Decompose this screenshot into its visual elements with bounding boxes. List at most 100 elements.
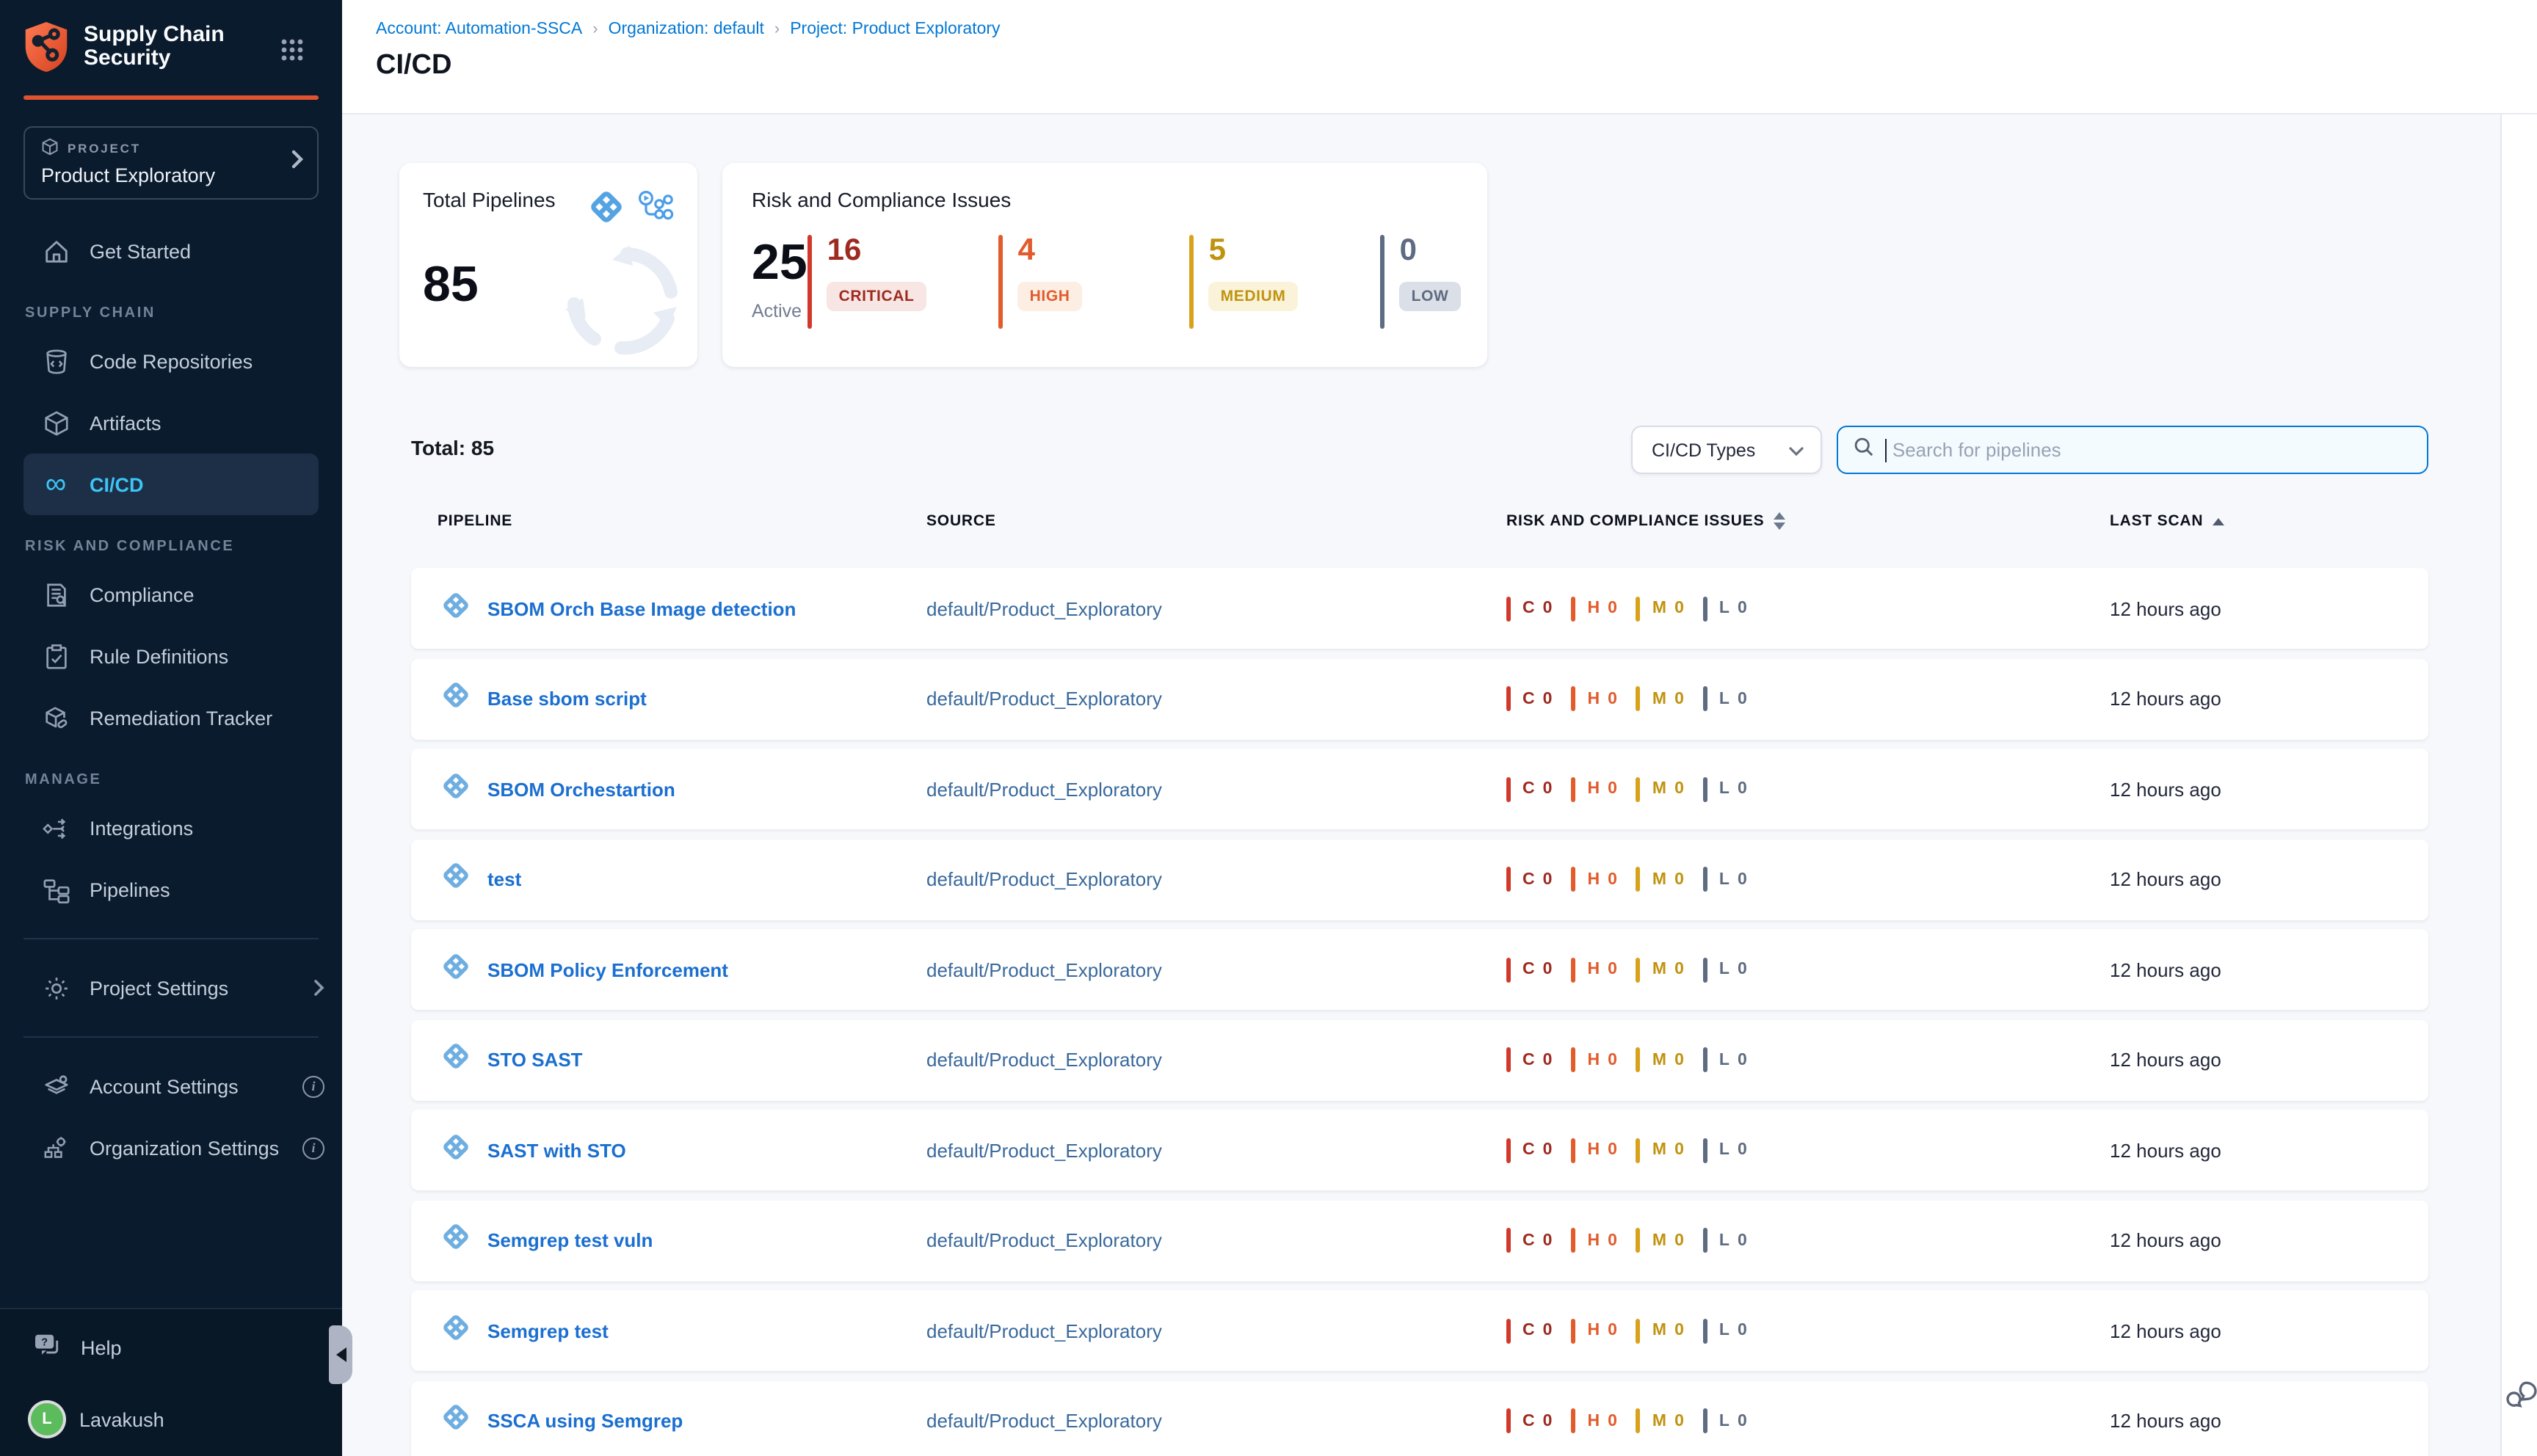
pipeline-source: default/Product_Exploratory xyxy=(926,1320,1162,1342)
severity-count-group: L0 xyxy=(1703,867,1747,892)
severity-badge: MEDIUM xyxy=(1209,282,1298,311)
pipeline-name-link[interactable]: SAST with STO xyxy=(487,1139,626,1161)
breadcrumb-account[interactable]: Account: Automation-SSCA xyxy=(376,21,582,38)
pipeline-source: default/Product_Exploratory xyxy=(926,1139,1162,1161)
pipeline-name-link[interactable]: SBOM Policy Enforcement xyxy=(487,958,728,980)
project-name: Product Exploratory xyxy=(41,164,279,186)
severity-count-group: M0 xyxy=(1636,596,1684,621)
severity-summary-group: 5 MEDIUM xyxy=(1189,235,1357,329)
sidebar-item-rule-definitions[interactable]: Rule Definitions xyxy=(0,625,342,687)
column-header-last-scan[interactable]: LAST SCAN xyxy=(2110,512,2224,530)
pipeline-diamond-icon xyxy=(440,680,471,718)
sidebar-collapse-handle[interactable] xyxy=(329,1325,352,1384)
pipeline-name-link[interactable]: SSCA using Semgrep xyxy=(487,1410,683,1432)
sidebar-item-label: Integrations xyxy=(90,817,193,839)
sidebar-item-compliance[interactable]: Compliance xyxy=(0,564,342,625)
pipeline-source: default/Product_Exploratory xyxy=(926,1049,1162,1071)
severity-count-group: C0 xyxy=(1506,1047,1552,1072)
org-gear-icon xyxy=(41,1133,70,1162)
user-menu[interactable]: L Lavakush xyxy=(23,1403,319,1435)
table-row[interactable]: STO SAST default/Product_Exploratory C0 H… xyxy=(411,1019,2428,1100)
chat-bubbles-icon[interactable] xyxy=(2506,1380,2537,1416)
section-label-supply-chain: SUPPLY CHAIN xyxy=(1,305,342,321)
severity-counts: C0H0M0L0 xyxy=(1506,1138,1766,1162)
pipeline-name-link[interactable]: SBOM Orchestartion xyxy=(487,778,675,800)
severity-count-group: H0 xyxy=(1571,776,1616,801)
help-label: Help xyxy=(81,1336,122,1358)
risk-card-title: Risk and Compliance Issues xyxy=(752,188,1458,211)
breadcrumb-project[interactable]: Project: Product Exploratory xyxy=(790,21,1000,38)
pipeline-diamond-icon xyxy=(440,1041,471,1079)
table-row[interactable]: Base sbom script default/Product_Explora… xyxy=(411,658,2428,739)
sidebar-divider xyxy=(23,1036,319,1038)
severity-count-group: M0 xyxy=(1636,776,1684,801)
table-row[interactable]: SBOM Orchestartion default/Product_Explo… xyxy=(411,749,2428,829)
page-header: Account: Automation-SSCA › Organization:… xyxy=(342,0,2537,114)
sidebar-item-remediation-tracker[interactable]: Remediation Tracker xyxy=(0,687,342,749)
sidebar-item-label: Code Repositories xyxy=(90,350,253,372)
table-row[interactable]: SBOM Policy Enforcement default/Product_… xyxy=(411,929,2428,1010)
pipeline-source: default/Product_Exploratory xyxy=(926,688,1162,710)
search-input[interactable] xyxy=(1890,437,2412,462)
severity-badge: CRITICAL xyxy=(827,282,926,311)
sidebar-item-artifacts[interactable]: Artifacts xyxy=(0,392,342,454)
chevron-down-icon xyxy=(1788,440,1804,460)
sidebar-item-cicd[interactable]: ∞ CI/CD xyxy=(23,454,319,515)
app-grid-icon[interactable] xyxy=(280,38,304,69)
severity-counts: C0H0M0L0 xyxy=(1506,686,1766,711)
sidebar-item-label: CI/CD xyxy=(90,473,144,495)
chevron-right-icon xyxy=(291,149,304,177)
severity-count-group: M0 xyxy=(1636,1318,1684,1343)
pipeline-name-link[interactable]: Base sbom script xyxy=(487,688,647,710)
last-scan-value: 12 hours ago xyxy=(2110,1229,2221,1251)
table-row[interactable]: SSCA using Semgrep default/Product_Explo… xyxy=(411,1380,2428,1456)
search-icon xyxy=(1853,435,1875,465)
brand-accent-bar xyxy=(23,95,319,100)
severity-counts: C0H0M0L0 xyxy=(1506,776,1766,801)
column-header-source: SOURCE xyxy=(926,512,996,530)
info-icon[interactable]: i xyxy=(302,1137,324,1159)
severity-counts: C0H0M0L0 xyxy=(1506,596,1766,621)
table-row[interactable]: Semgrep test vuln default/Product_Explor… xyxy=(411,1200,2428,1281)
help-button[interactable]: ? Help xyxy=(23,1324,319,1371)
sidebar-item-project-settings[interactable]: Project Settings xyxy=(0,957,342,1019)
severity-groups: 16 CRITICAL 4 HIGH 5 MEDIUM 0 LOW xyxy=(807,235,1461,329)
pipeline-name-link[interactable]: Semgrep test vuln xyxy=(487,1229,653,1251)
cicd-types-dropdown[interactable]: CI/CD Types xyxy=(1631,426,1822,474)
sidebar-item-integrations[interactable]: Integrations xyxy=(0,797,342,859)
severity-count-group: C0 xyxy=(1506,596,1552,621)
sidebar-item-pipelines[interactable]: Pipelines xyxy=(0,859,342,920)
table-row[interactable]: Semgrep test default/Product_Exploratory… xyxy=(411,1290,2428,1371)
pipeline-graph-icon xyxy=(636,189,674,232)
info-icon[interactable]: i xyxy=(302,1075,324,1097)
sidebar-item-code-repositories[interactable]: Code Repositories xyxy=(0,330,342,392)
collapse-arrow-icon xyxy=(335,1347,346,1362)
sidebar-item-account-settings[interactable]: Account Settings i xyxy=(0,1055,342,1117)
last-scan-value: 12 hours ago xyxy=(2110,597,2221,619)
project-selector[interactable]: PROJECT Product Exploratory xyxy=(23,126,319,200)
last-scan-value: 12 hours ago xyxy=(2110,1410,2221,1432)
pipeline-diamond-icon xyxy=(440,1221,471,1259)
severity-count-group: H0 xyxy=(1571,1047,1616,1072)
table-row[interactable]: SBOM Orch Base Image detection default/P… xyxy=(411,568,2428,649)
home-icon xyxy=(41,236,70,266)
table-row[interactable]: SAST with STO default/Product_Explorator… xyxy=(411,1110,2428,1190)
pipeline-name-link[interactable]: Semgrep test xyxy=(487,1320,609,1342)
sidebar: Supply Chain Security PROJECT Product xyxy=(0,0,342,1456)
sidebar-item-get-started[interactable]: Get Started xyxy=(0,220,342,282)
pipeline-name-link[interactable]: test xyxy=(487,868,521,890)
severity-count-group: C0 xyxy=(1506,1408,1552,1433)
pipeline-name-link[interactable]: STO SAST xyxy=(487,1049,583,1071)
column-header-risk[interactable]: RISK AND COMPLIANCE ISSUES xyxy=(1506,512,1785,530)
breadcrumb-separator: › xyxy=(592,21,598,38)
pipeline-source: default/Product_Exploratory xyxy=(926,958,1162,980)
table-header: PIPELINE SOURCE RISK AND COMPLIANCE ISSU… xyxy=(411,512,2428,542)
table-row[interactable]: test default/Product_Exploratory C0H0M0L… xyxy=(411,839,2428,920)
breadcrumb-organization[interactable]: Organization: default xyxy=(609,21,764,38)
main-content: Total Pipelines 85 Risk and Compliance I… xyxy=(342,114,2537,1456)
pipeline-name-link[interactable]: SBOM Orch Base Image detection xyxy=(487,597,796,619)
sidebar-item-organization-settings[interactable]: Organization Settings i xyxy=(0,1117,342,1179)
column-header-pipeline: PIPELINE xyxy=(438,512,512,530)
section-label-risk: RISK AND COMPLIANCE xyxy=(1,539,342,555)
severity-count-group: M0 xyxy=(1636,867,1684,892)
